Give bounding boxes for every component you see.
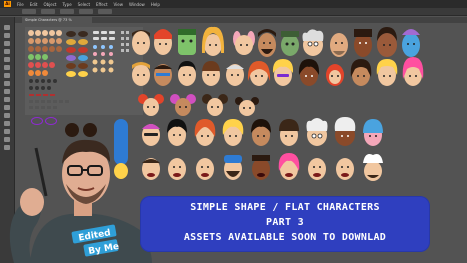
character-face-43 — [278, 153, 300, 180]
character-face-33 — [251, 119, 271, 146]
character-face-20 — [298, 59, 320, 86]
character-face-5 — [233, 31, 255, 55]
menu-view[interactable]: View — [114, 2, 124, 7]
control-field[interactable] — [60, 9, 74, 14]
character-face-18 — [247, 61, 271, 86]
control-field[interactable] — [41, 9, 55, 14]
character-face-28 — [235, 97, 259, 116]
character-face-24 — [402, 57, 424, 86]
character-face-34 — [279, 119, 299, 146]
character-face-35 — [306, 118, 328, 146]
menu-type[interactable]: Type — [62, 2, 71, 7]
character-face-26 — [170, 94, 196, 116]
character-face-8 — [302, 29, 324, 56]
character-face-9 — [330, 33, 348, 57]
character-face-2 — [154, 29, 172, 55]
character-face-31 — [194, 119, 216, 146]
brush-tool-icon[interactable] — [4, 73, 10, 78]
character-face-44 — [308, 158, 326, 180]
character-face-25 — [138, 94, 164, 116]
banner-title: SIMPLE SHAPE / FLAT CHARACTERS — [190, 202, 380, 213]
character-face-32 — [222, 119, 244, 146]
character-face-36 — [334, 117, 356, 146]
character-face-46 — [363, 154, 383, 181]
rectangle-tool-icon[interactable] — [4, 65, 10, 70]
character-face-42 — [252, 155, 270, 180]
eraser-tool-icon[interactable] — [4, 89, 10, 94]
character-face-3 — [178, 29, 196, 55]
character-face-6 — [258, 29, 276, 57]
character-face-14 — [154, 64, 172, 86]
character-face-4 — [201, 26, 225, 56]
scale-tool-icon[interactable] — [4, 105, 10, 110]
menu-effect[interactable]: Effect — [96, 2, 108, 7]
selection-tool-icon[interactable] — [4, 25, 10, 30]
character-face-21 — [326, 64, 344, 86]
character-face-30 — [167, 119, 187, 146]
line-tool-icon[interactable] — [4, 57, 10, 62]
character-face-40 — [196, 158, 214, 180]
character-face-37 — [363, 119, 383, 146]
character-face-11 — [377, 27, 397, 57]
menu-object[interactable]: Object — [43, 2, 56, 7]
menu-select[interactable]: Select — [78, 2, 90, 7]
character-face-45 — [336, 158, 354, 180]
banner-subtitle: PART 3 — [266, 217, 304, 228]
character-face-41 — [224, 155, 242, 180]
character-face-12 — [402, 29, 420, 57]
character-face-17 — [226, 64, 244, 86]
control-field[interactable] — [79, 9, 93, 14]
character-face-7 — [281, 31, 299, 56]
banner-note: ASSETS AVAILABLE SOON TO DOWNLAD — [183, 232, 387, 243]
menu-file[interactable]: File — [17, 2, 24, 7]
control-bar — [0, 8, 467, 16]
character-face-1 — [132, 30, 150, 55]
character-face-16 — [202, 61, 220, 86]
character-face-27 — [202, 94, 228, 116]
character-face-19 — [272, 59, 294, 86]
menu-window[interactable]: Window — [129, 2, 145, 7]
menu-edit[interactable]: Edit — [30, 2, 38, 7]
character-face-10 — [354, 29, 372, 57]
character-face-13 — [132, 62, 150, 86]
menu-help[interactable]: Help — [151, 2, 160, 7]
illustrator-logo: Ai — [4, 1, 11, 7]
title-banner: SIMPLE SHAPE / FLAT CHARACTERS PART 3 AS… — [140, 196, 430, 252]
type-tool-icon[interactable] — [4, 49, 10, 54]
presenter-webcam: Edited By Me — [9, 139, 152, 263]
pen-tool-icon[interactable] — [4, 41, 10, 46]
character-face-23 — [376, 59, 398, 86]
control-field[interactable] — [98, 9, 112, 14]
character-face-15 — [178, 61, 196, 86]
direct-selection-tool-icon[interactable] — [4, 33, 10, 38]
character-face-22 — [350, 59, 372, 86]
control-field[interactable] — [22, 9, 36, 14]
character-face-39 — [168, 158, 186, 180]
menu-bar: Ai File Edit Object Type Select Effect V… — [0, 0, 467, 8]
rotate-tool-icon[interactable] — [4, 97, 10, 102]
pencil-tool-icon[interactable] — [4, 81, 10, 86]
